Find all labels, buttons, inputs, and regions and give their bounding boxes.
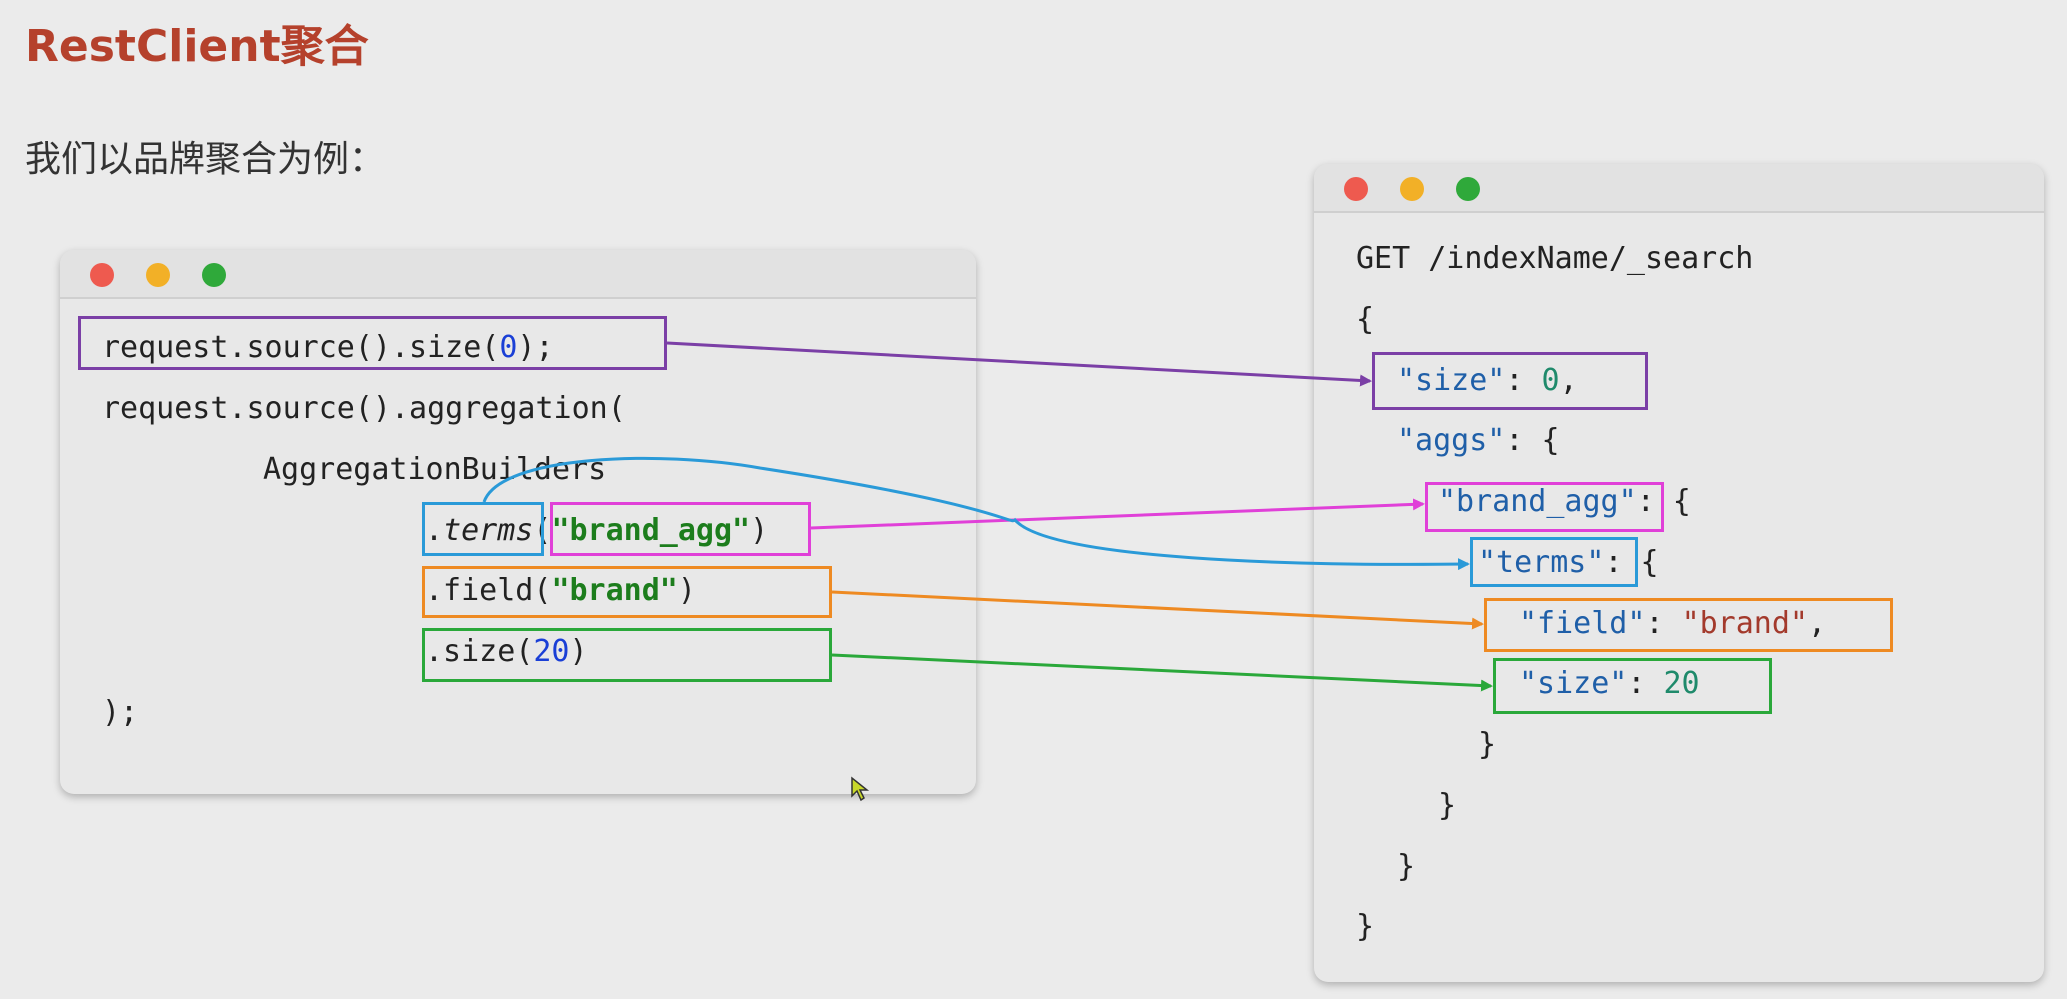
code-line-aggregation: request.source().aggregation(: [102, 391, 626, 426]
window-title-bar: [60, 250, 976, 299]
code-line-builders: AggregationBuilders: [263, 452, 607, 487]
dsl-request-line: GET /indexName/_search: [1356, 241, 1754, 276]
intro-text: 我们以品牌聚合为例：: [25, 139, 386, 180]
highlight-size-dsl: [1372, 352, 1648, 410]
highlight-terms-dsl: [1470, 537, 1638, 587]
close-dot-icon: [1344, 177, 1368, 201]
minimize-dot-icon: [146, 263, 170, 287]
highlight-brand-agg-java: [550, 502, 811, 556]
highlight-terms-java: [422, 502, 544, 556]
dsl-aggs-line: "aggs": {: [1397, 423, 1560, 458]
highlight-field-dsl: [1484, 598, 1893, 652]
maximize-dot-icon: [1456, 177, 1480, 201]
close-dot-icon: [90, 263, 114, 287]
highlight-size-java: [78, 316, 667, 370]
mouse-cursor-icon: [851, 776, 870, 802]
dsl-code-window: GET /indexName/_search { "size": 0, "agg…: [1314, 164, 2044, 982]
window-title-bar: [1314, 164, 2044, 213]
highlight-size20-dsl: [1493, 658, 1772, 714]
highlight-brand-agg-dsl: [1425, 482, 1664, 532]
dsl-close-brace-root: }: [1356, 909, 1375, 944]
dsl-close-brace-aggs: }: [1397, 849, 1416, 884]
highlight-field-java: [422, 566, 832, 618]
minimize-dot-icon: [1400, 177, 1424, 201]
code-line-close: );: [102, 695, 139, 730]
highlight-size20-java: [422, 628, 832, 682]
page-title: RestClient聚合: [25, 21, 369, 72]
dsl-open-brace: {: [1356, 302, 1375, 337]
maximize-dot-icon: [202, 263, 226, 287]
dsl-close-brace-terms: }: [1478, 727, 1497, 762]
dsl-close-brace-agg: }: [1438, 788, 1457, 823]
